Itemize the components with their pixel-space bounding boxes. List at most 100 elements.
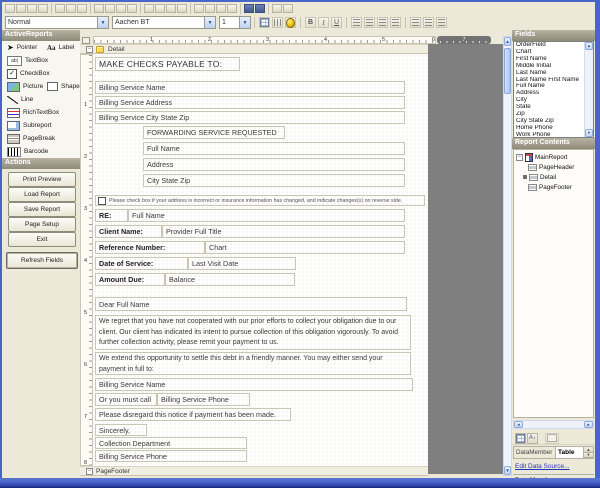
spin-down-icon[interactable]: ▼ (584, 453, 593, 459)
layout-toolbar-icon[interactable] (216, 4, 226, 13)
align-right-icon[interactable] (377, 17, 388, 28)
collapse-icon[interactable]: − (516, 154, 523, 161)
design-vertical-scrollbar[interactable]: ▲ ▼ (503, 36, 512, 476)
tree-node-pageheader[interactable]: PageHeader (514, 162, 593, 172)
field-billing-service-name[interactable]: Billing Service Name (95, 81, 405, 94)
label-amount-due[interactable]: Amount Due: (95, 273, 165, 286)
tool-label[interactable]: Aa Label (47, 44, 74, 52)
field-billing-service-name-2[interactable]: Billing Service Name (95, 378, 413, 391)
tree-node-pagefooter[interactable]: PageFooter (514, 182, 593, 192)
field-list-item[interactable]: First Name (514, 56, 585, 63)
page-setup-button[interactable]: Page Setup (8, 217, 76, 232)
style-combo[interactable]: Normal ▼ (5, 16, 109, 29)
checkbox-address-note[interactable]: Please check box if your address is inco… (95, 195, 425, 206)
collapse-icon[interactable]: − (86, 46, 93, 53)
field-list-item[interactable]: Last Name (514, 70, 585, 77)
layout-toolbar-icon[interactable] (127, 4, 137, 13)
layout-toolbar-icon[interactable] (255, 4, 265, 13)
chevron-down-icon[interactable]: ▼ (204, 17, 215, 28)
tool-line[interactable]: Line (7, 96, 33, 104)
pagefooter-band-header[interactable]: − PageFooter (80, 466, 428, 476)
label-or-you-must-call[interactable]: Or you must call (95, 393, 157, 406)
layout-toolbar-icon[interactable] (116, 4, 126, 13)
tree-horizontal-scrollbar[interactable]: ◄ ► (513, 420, 594, 429)
layout-toolbar-icon[interactable] (27, 4, 37, 13)
scroll-down-icon[interactable]: ▼ (504, 466, 511, 475)
label-forwarding-service[interactable]: FORWARDING SERVICE REQUESTED (143, 126, 285, 139)
layout-toolbar-icon[interactable] (155, 4, 165, 13)
layout-toolbar-icon[interactable] (94, 4, 104, 13)
label-make-checks[interactable]: MAKE CHECKS PAYABLE TO: (95, 57, 240, 71)
field-list-item[interactable]: State (514, 104, 585, 111)
field-list-item[interactable]: Zip (514, 111, 585, 118)
field-list-item[interactable]: OrderField (514, 42, 585, 49)
property-value[interactable]: Table (556, 447, 583, 458)
field-billing-service-phone-2[interactable]: Billing Service Phone (95, 450, 247, 462)
fields-list-scrollbar[interactable]: ▲ ▼ (584, 42, 593, 137)
refresh-fields-button[interactable]: Refresh Fields (6, 252, 78, 269)
label-disregard[interactable]: Please disregard this notice if payment … (95, 408, 291, 421)
paragraph-extend[interactable]: We extend this opportunity to settle thi… (95, 352, 411, 375)
layout-toolbar-icon[interactable] (283, 4, 293, 13)
tool-richtextbox[interactable]: RichTextBox (7, 108, 59, 118)
underline-button[interactable]: U (331, 17, 342, 28)
edit-data-source-link[interactable]: Edit Data Source... (515, 463, 570, 470)
layout-toolbar-icon[interactable] (105, 4, 115, 13)
report-page-canvas[interactable]: MAKE CHECKS PAYABLE TO: Billing Service … (93, 54, 428, 466)
increase-indent-icon[interactable] (436, 17, 447, 28)
field-list-item[interactable]: City (514, 97, 585, 104)
layout-toolbar-icon[interactable] (244, 4, 254, 13)
tool-barcode[interactable]: Barcode (7, 147, 48, 157)
tool-pointer[interactable]: ➤ Pointer (7, 44, 47, 51)
field-address[interactable]: Address (143, 158, 405, 171)
snap-lines-icon[interactable] (272, 17, 283, 28)
italic-button[interactable]: I (318, 17, 329, 28)
label-date-of-service[interactable]: Date of Service: (95, 257, 188, 270)
field-list-item[interactable]: Chart (514, 49, 585, 56)
align-center-icon[interactable] (364, 17, 375, 28)
scrollbar-thumb[interactable] (504, 48, 511, 94)
field-list-item[interactable]: Full Name (514, 83, 585, 90)
field-list-item[interactable]: Address (514, 90, 585, 97)
load-report-button[interactable]: Load Report (8, 187, 76, 202)
alphabetical-sort-icon[interactable]: A↓ (527, 433, 538, 444)
layout-toolbar-icon[interactable] (177, 4, 187, 13)
layout-toolbar-icon[interactable] (5, 4, 15, 13)
field-billing-service-csz[interactable]: Billing Service City State Zip (95, 111, 405, 124)
tool-checkbox[interactable]: ✓ CheckBox (7, 69, 50, 79)
label-re[interactable]: RE: (95, 209, 128, 222)
detail-band-header[interactable]: − Detail (80, 44, 428, 54)
field-provider-full-title[interactable]: Provider Full Title (162, 225, 405, 238)
layout-toolbar-icon[interactable] (144, 4, 154, 13)
field-billing-service-phone[interactable]: Billing Service Phone (157, 393, 250, 406)
layout-toolbar-icon[interactable] (55, 4, 65, 13)
label-collection-department[interactable]: Collection Department (95, 437, 247, 449)
save-report-button[interactable]: Save Report (8, 202, 76, 217)
tree-node-detail[interactable]: Detail (514, 172, 593, 182)
scroll-right-icon[interactable]: ► (584, 421, 593, 428)
property-row-datamember[interactable]: DataMember Table ▲▼ (513, 446, 594, 459)
field-dear-full-name[interactable]: Dear Full Name (95, 297, 407, 311)
align-left-icon[interactable] (351, 17, 362, 28)
tool-pagebreak[interactable]: PageBreak (7, 134, 55, 144)
scroll-left-icon[interactable]: ◄ (514, 421, 523, 428)
field-full-name[interactable]: Full Name (143, 142, 405, 155)
layout-toolbar-icon[interactable] (16, 4, 26, 13)
decrease-indent-icon[interactable] (423, 17, 434, 28)
field-list-item[interactable]: City State Zip (514, 118, 585, 125)
label-client-name[interactable]: Client Name: (95, 225, 162, 238)
layout-toolbar-icon[interactable] (205, 4, 215, 13)
layout-toolbar-icon[interactable] (38, 4, 48, 13)
label-reference-number[interactable]: Reference Number: (95, 241, 205, 254)
layout-toolbar-icon[interactable] (194, 4, 204, 13)
tool-textbox[interactable]: ab| TextBox (7, 56, 48, 66)
layout-toolbar-icon[interactable] (227, 4, 237, 13)
value-spinner[interactable]: ▲▼ (583, 447, 593, 458)
field-list-item[interactable]: Home Phone (514, 125, 585, 132)
field-chart[interactable]: Chart (205, 241, 405, 254)
field-city-state-zip[interactable]: City State Zip (143, 174, 405, 187)
scroll-up-icon[interactable]: ▲ (504, 37, 511, 46)
scroll-down-icon[interactable]: ▼ (585, 129, 593, 137)
bold-button[interactable]: B (305, 17, 316, 28)
field-list-item[interactable]: Middle Initial (514, 63, 585, 70)
